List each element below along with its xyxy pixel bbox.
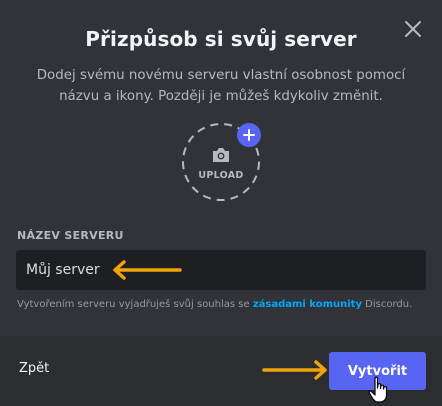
plus-icon bbox=[243, 129, 255, 141]
agreement-prefix: Vytvořením serveru vyjadřuješ svůj souhl… bbox=[17, 299, 253, 310]
dialog-title: Přizpůsob si svůj server bbox=[85, 27, 357, 51]
hand-cursor-icon bbox=[368, 376, 388, 403]
back-button[interactable]: Zpět bbox=[19, 361, 49, 376]
dialog-subtitle: Dodej svému novému serveru vlastní osobn… bbox=[36, 68, 406, 104]
community-guidelines-link[interactable]: zásadami komunity bbox=[253, 299, 362, 310]
arrow-left-icon bbox=[113, 260, 182, 280]
arrow-right-icon bbox=[262, 360, 327, 380]
upload-label: UPLOAD bbox=[198, 170, 244, 181]
community-guidelines-notice: Vytvořením serveru vyjadřuješ svůj souhl… bbox=[17, 299, 412, 310]
upload-icon-button[interactable]: UPLOAD bbox=[181, 122, 261, 202]
camera-icon bbox=[213, 148, 229, 162]
server-name-input[interactable] bbox=[16, 250, 426, 290]
customize-server-dialog: Přizpůsob si svůj server Dodej svému nov… bbox=[0, 0, 442, 406]
agreement-suffix: Discordu. bbox=[361, 299, 413, 310]
server-name-label: NÁZEV SERVERU bbox=[17, 229, 124, 242]
add-icon-badge[interactable] bbox=[237, 123, 261, 147]
